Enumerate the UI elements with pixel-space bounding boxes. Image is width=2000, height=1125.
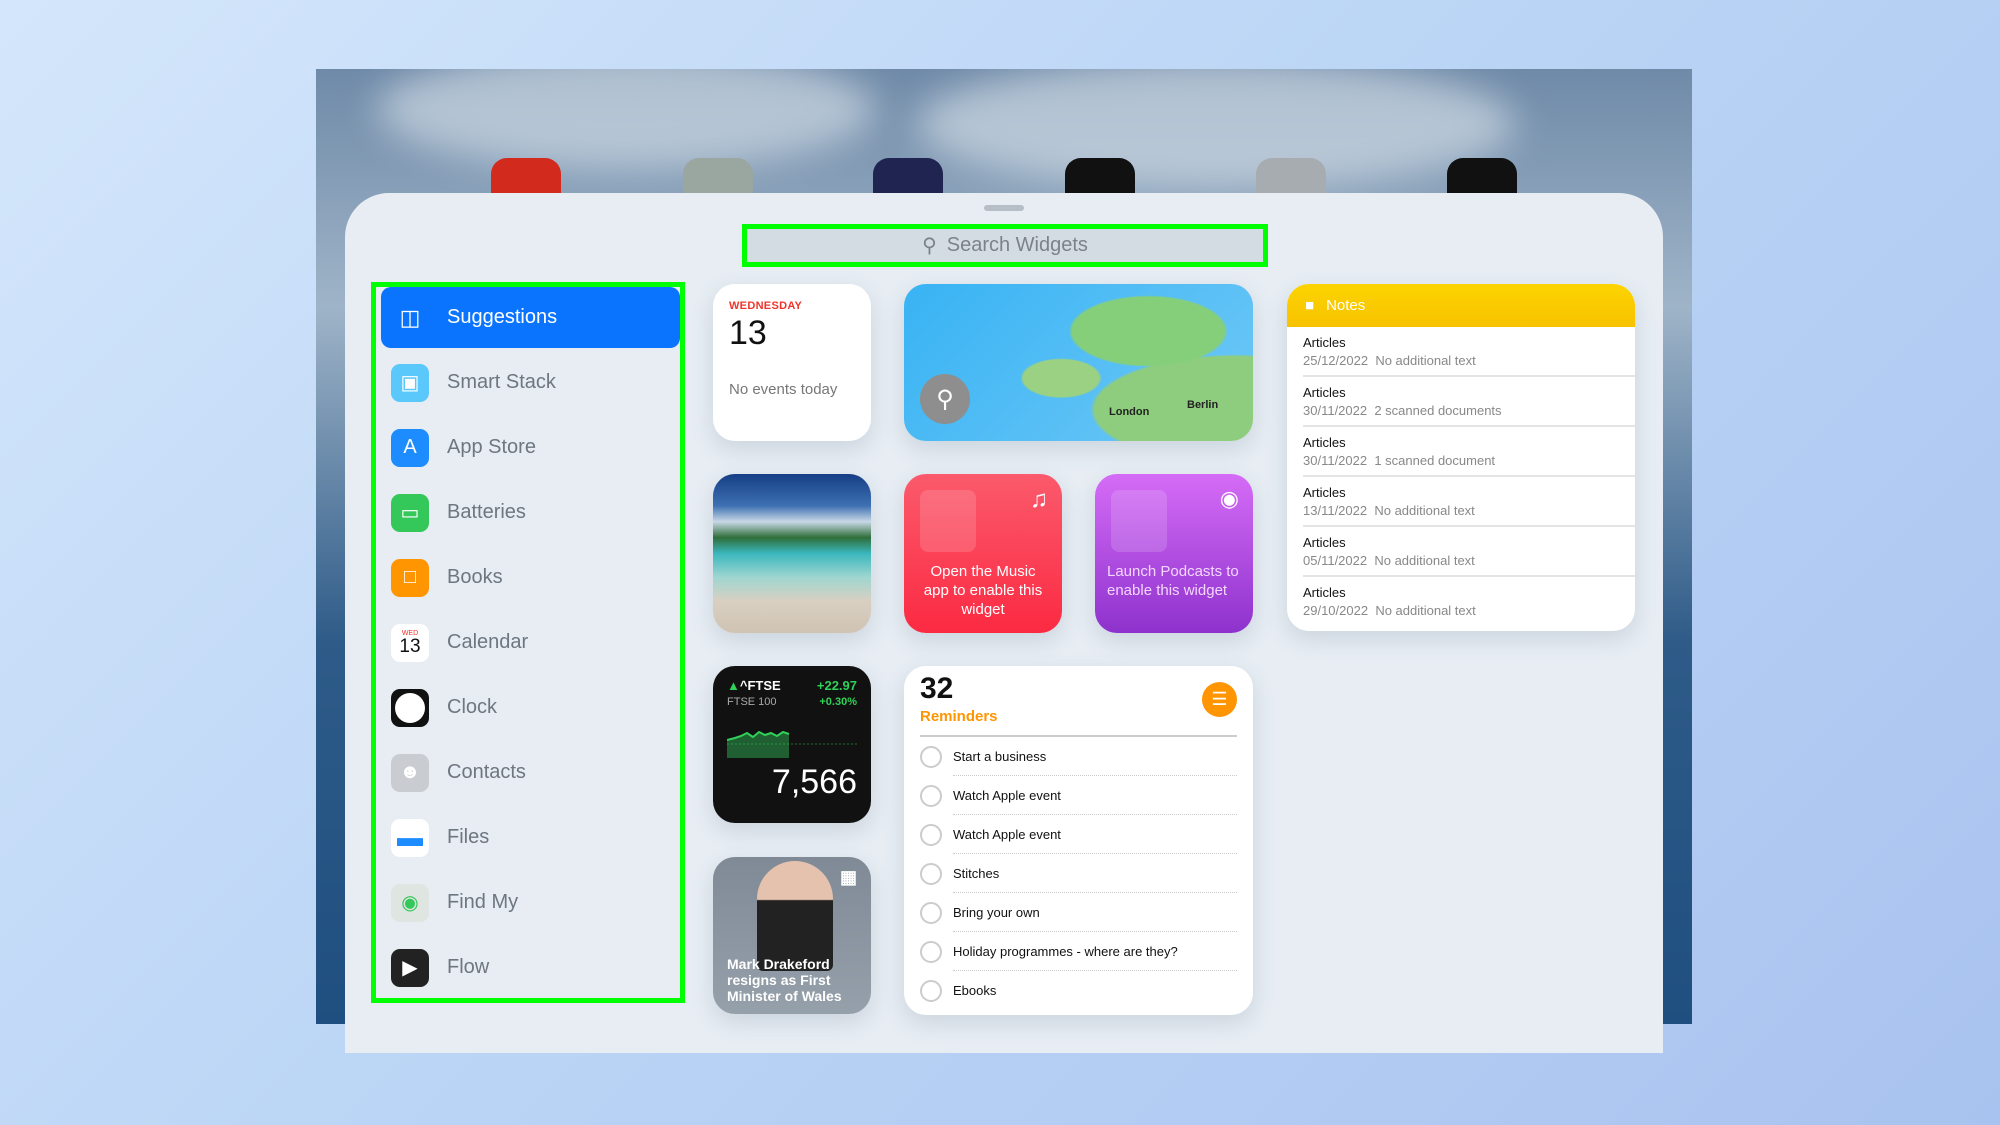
reminder-item[interactable]: Watch Apple event — [920, 776, 1237, 815]
calendar-widget[interactable]: WEDNESDAY 13 No events today — [713, 284, 871, 441]
note-title: Articles — [1303, 385, 1346, 400]
stocks-widget[interactable]: ▲^FTSE +22.97 FTSE 100 +0.30% 7,566 — [713, 666, 871, 823]
reminder-item[interactable]: Stitches — [920, 854, 1237, 893]
note-date: 13/11/2022 — [1303, 503, 1368, 518]
contacts-icon: ☻ — [391, 753, 429, 792]
smart-stack-icon: ▣ — [391, 363, 429, 402]
reminder-item[interactable]: Ebooks — [920, 971, 1237, 1010]
sidebar-item-flow[interactable]: ▶ Flow — [381, 937, 680, 998]
reminder-item[interactable]: Bring your own — [920, 893, 1237, 932]
sidebar-item-find-my[interactable]: ◉ Find My — [381, 872, 680, 933]
search-icon: ⚲ — [920, 374, 970, 424]
reminder-text: Ebooks — [953, 983, 997, 998]
search-icon: ⚲ — [922, 235, 937, 257]
checkbox-circle[interactable] — [920, 823, 942, 846]
reminder-text: Watch Apple event — [953, 788, 1061, 803]
checkbox-circle[interactable] — [920, 745, 942, 768]
battery-icon: ▭ — [391, 493, 429, 532]
note-item[interactable]: Articles 05/11/2022 No additional text — [1303, 527, 1635, 577]
note-item[interactable]: Articles 29/10/2022 No additional text — [1303, 577, 1635, 627]
sidebar-item-calendar[interactable]: WED 13 Calendar — [381, 612, 680, 673]
sidebar-item-app-store[interactable]: A App Store — [381, 417, 680, 478]
music-note-icon: ♫ — [1030, 486, 1048, 513]
book-icon: □ — [391, 558, 429, 597]
checkbox-circle[interactable] — [920, 940, 942, 963]
list-icon: ☰ — [1202, 682, 1237, 717]
checkbox-circle[interactable] — [920, 901, 942, 924]
calendar-icon: WED 13 — [391, 623, 429, 662]
find-my-icon: ◉ — [391, 883, 429, 922]
checkbox-circle[interactable] — [920, 784, 942, 807]
note-detail: No additional text — [1374, 553, 1475, 568]
map-label-london: London — [1109, 406, 1150, 418]
clock-icon — [391, 688, 429, 727]
news-photo — [757, 861, 833, 971]
note-title: Articles — [1303, 485, 1346, 500]
reminder-text: Watch Apple event — [953, 827, 1061, 842]
note-date: 25/12/2022 — [1303, 353, 1369, 368]
note-date: 05/11/2022 — [1303, 553, 1368, 568]
sidebar-item-suggestions[interactable]: ◫ Suggestions — [381, 287, 680, 348]
sidebar-item-smart-stack[interactable]: ▣ Smart Stack — [381, 352, 680, 413]
suggestions-icon: ◫ — [399, 304, 421, 330]
note-date: 29/10/2022 — [1303, 603, 1369, 618]
sidebar-item-batteries[interactable]: ▭ Batteries — [381, 482, 680, 543]
reminder-text: Stitches — [953, 866, 1000, 881]
app-store-icon: A — [391, 428, 429, 467]
note-title: Articles — [1303, 335, 1346, 350]
widget-category-sidebar: ◫ Suggestions ▣ Smart Stack A App Store ▭ Ba… — [371, 282, 685, 1003]
note-date: 30/11/2022 — [1303, 453, 1368, 468]
note-item[interactable]: Articles 13/11/2022 No additional text — [1303, 477, 1635, 527]
folder-icon: ■ — [1305, 297, 1315, 314]
up-arrow-icon: ▲ — [727, 678, 740, 693]
note-item[interactable]: Articles 25/12/2022 No additional text — [1303, 327, 1635, 377]
note-detail: No additional text — [1375, 603, 1476, 618]
note-detail: No additional text — [1374, 503, 1475, 518]
sidebar-item-files[interactable]: ▬ Files — [381, 807, 680, 868]
reminders-widget[interactable]: 32 Reminders ☰ Start a business Watch App… — [904, 666, 1253, 1015]
map-label-berlin: Berlin — [1187, 399, 1219, 411]
checkbox-circle[interactable] — [920, 979, 942, 1002]
flow-icon: ▶ — [391, 948, 429, 987]
sidebar-item-clock[interactable]: Clock — [381, 677, 680, 738]
note-item[interactable]: Articles 30/11/2022 2 scanned documents — [1303, 377, 1635, 427]
podcasts-widget[interactable]: ◉ Launch Podcasts to enable this widget — [1095, 474, 1253, 633]
maps-widget[interactable]: ⚲ London Berlin — [904, 284, 1253, 441]
search-widgets-input[interactable]: ⚲ Search Widgets — [742, 224, 1268, 267]
note-title: Articles — [1303, 435, 1346, 450]
podcast-placeholder — [1111, 490, 1167, 552]
sidebar-item-contacts[interactable]: ☻ Contacts — [381, 742, 680, 803]
checkbox-circle[interactable] — [920, 862, 942, 885]
sidebar-item-books[interactable]: □ Books — [381, 547, 680, 608]
music-widget[interactable]: ♫ Open the Music app to enable this widg… — [904, 474, 1062, 633]
note-title: Articles — [1303, 535, 1346, 550]
stock-sparkline — [726, 730, 857, 758]
reminder-text: Holiday programmes - where are they? — [953, 944, 1178, 959]
news-icon: ▦ — [839, 867, 857, 887]
album-placeholder — [920, 490, 976, 552]
folder-icon: ▬ — [391, 818, 429, 857]
podcasts-icon: ◉ — [1219, 486, 1239, 511]
note-item[interactable]: Articles 30/11/2022 1 scanned document — [1303, 427, 1635, 477]
note-detail: 2 scanned documents — [1374, 403, 1502, 418]
photos-widget[interactable] — [713, 474, 871, 633]
reminder-item[interactable]: Holiday programmes - where are they? — [920, 932, 1237, 971]
sheet-grabber[interactable] — [984, 205, 1024, 211]
reminder-item[interactable]: Watch Apple event — [920, 815, 1237, 854]
note-date: 30/11/2022 — [1303, 403, 1368, 418]
reminder-item[interactable]: Start a business — [920, 737, 1237, 776]
reminder-text: Bring your own — [953, 905, 1040, 920]
note-detail: 1 scanned document — [1374, 453, 1496, 468]
notes-widget[interactable]: ■ Notes Articles 25/12/2022 No additional … — [1287, 284, 1635, 631]
note-detail: No additional text — [1375, 353, 1476, 368]
reminder-text: Start a business — [953, 749, 1047, 764]
news-widget[interactable]: ▦ Mark Drakeford resigns as First Minist… — [713, 857, 871, 1014]
note-title: Articles — [1303, 585, 1346, 600]
